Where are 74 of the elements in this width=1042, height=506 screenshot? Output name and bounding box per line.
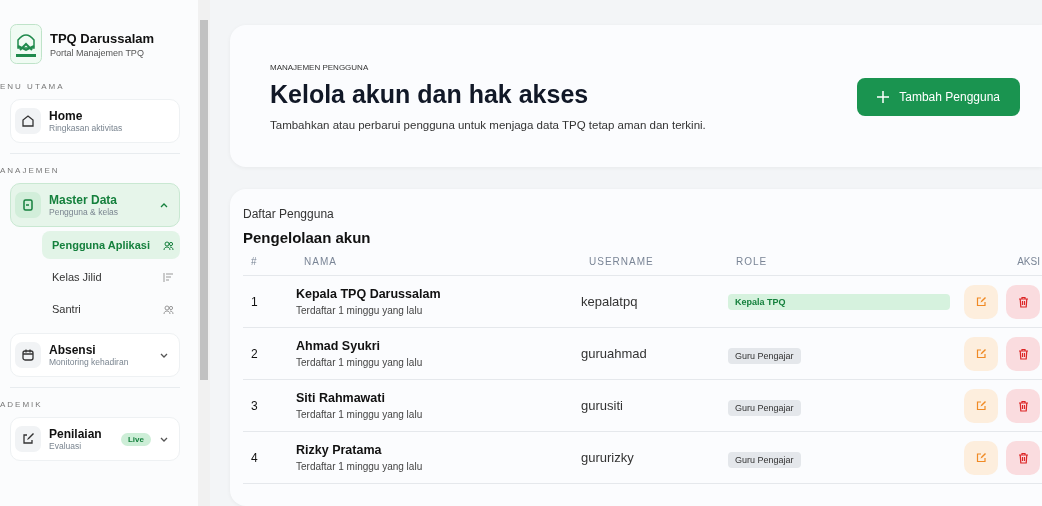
role-badge: Guru Pengajar xyxy=(728,399,801,416)
table-cell-text: 2 xyxy=(250,346,259,361)
column-header: # xyxy=(250,256,259,267)
trash-icon xyxy=(1017,347,1029,360)
submenu-item[interactable]: Santri xyxy=(42,295,180,323)
column-header: ROLE xyxy=(735,256,769,267)
brand-name: TPQ Darussalam xyxy=(50,30,155,46)
table-title: Pengelolaan akun xyxy=(243,229,372,246)
role-badge: Kepala TPQ xyxy=(728,293,950,310)
role-badge: Guru Pengajar xyxy=(728,347,801,364)
user-name: Rizky Pratama xyxy=(296,443,383,457)
calendar-icon xyxy=(21,348,35,362)
registered-text: Terdaftar 1 minggu yang lalu xyxy=(296,461,424,472)
nav-item[interactable]: Home Ringkasan aktivitas xyxy=(10,99,180,143)
table-cell-text: guruahmad xyxy=(581,346,648,361)
edit-icon xyxy=(975,348,987,359)
nav-subtitle: Monitoring kehadiran xyxy=(49,357,130,367)
table-cell-text: gurusiti xyxy=(581,398,624,413)
document-icon xyxy=(21,198,35,212)
nav-item[interactable]: Master Data Pengguna & kelas xyxy=(10,183,180,227)
user-name: Kepala TPQ Darussalam xyxy=(296,287,442,301)
nav-title: Master Data xyxy=(49,193,119,207)
plus-icon xyxy=(877,91,890,103)
nav-item[interactable]: Absensi Monitoring kehadiran xyxy=(10,333,180,377)
submenu-item[interactable]: Kelas Jilid xyxy=(42,263,180,291)
user-name: Siti Rahmawati xyxy=(296,391,386,405)
table-cell-text: 3 xyxy=(250,398,259,413)
users-icon xyxy=(163,303,174,315)
delete-button[interactable] xyxy=(1006,336,1040,371)
section-label: ADEMIK xyxy=(0,400,44,409)
live-badge: Live xyxy=(121,432,151,446)
eyebrow-label: MANAJEMEN PENGGUNA xyxy=(270,63,370,72)
list-icon xyxy=(163,271,174,283)
registered-text: Terdaftar 1 minggu yang lalu xyxy=(296,305,424,316)
table-cell-text: kepalatpq xyxy=(581,294,639,309)
add-user-button[interactable]: Tambah Pengguna xyxy=(857,78,1020,116)
mosque-logo-icon xyxy=(10,24,42,64)
submenu-item[interactable]: Pengguna Aplikasi xyxy=(42,231,180,259)
edit-icon xyxy=(975,452,987,463)
registered-text: Terdaftar 1 minggu yang lalu xyxy=(296,409,424,420)
delete-button[interactable] xyxy=(1006,440,1040,475)
page-description: Tambahkan atau perbarui pengguna untuk menjaga data TPQ tetap aman dan terkini. xyxy=(270,119,706,131)
column-header: AKSI xyxy=(1016,256,1040,267)
trash-icon xyxy=(1017,399,1029,412)
nav-subtitle: Pengguna & kelas xyxy=(49,207,119,217)
table-cell-text: 1 xyxy=(250,294,259,309)
delete-button[interactable] xyxy=(1006,284,1040,319)
scrollbar[interactable] xyxy=(198,0,210,506)
trash-icon xyxy=(1017,451,1029,464)
registered-text: Terdaftar 1 minggu yang lalu xyxy=(296,357,424,368)
home-icon xyxy=(21,114,35,128)
nav-title: Home xyxy=(49,109,84,123)
user-name: Ahmad Syukri xyxy=(296,339,382,353)
nav-subtitle: Ringkasan aktivitas xyxy=(49,123,124,133)
edit-icon xyxy=(975,400,987,411)
edit-icon xyxy=(21,432,35,446)
column-header: USERNAME xyxy=(588,256,655,267)
nav-title: Penilaian xyxy=(49,427,103,441)
brand-subtitle: Portal Manajemen TPQ xyxy=(50,47,145,58)
table-cell-text: 4 xyxy=(250,450,259,465)
delete-button[interactable] xyxy=(1006,388,1040,423)
column-header: NAMA xyxy=(303,256,338,267)
nav-title: Absensi xyxy=(49,343,97,357)
role-badge: Guru Pengajar xyxy=(728,451,801,468)
edit-icon xyxy=(975,296,987,307)
table-cell-text: gururizky xyxy=(581,450,635,465)
page-title: Kelola akun dan hak akses xyxy=(270,80,590,109)
section-label: ANAJEMEN xyxy=(0,166,61,175)
section-label: ENU UTAMA xyxy=(0,82,66,91)
nav-subtitle: Evaluasi xyxy=(49,441,83,451)
trash-icon xyxy=(1017,295,1029,308)
table-eyebrow: Daftar Pengguna xyxy=(243,207,335,221)
nav-item[interactable]: Penilaian Evaluasi Live xyxy=(10,417,180,461)
users-icon xyxy=(163,239,174,251)
